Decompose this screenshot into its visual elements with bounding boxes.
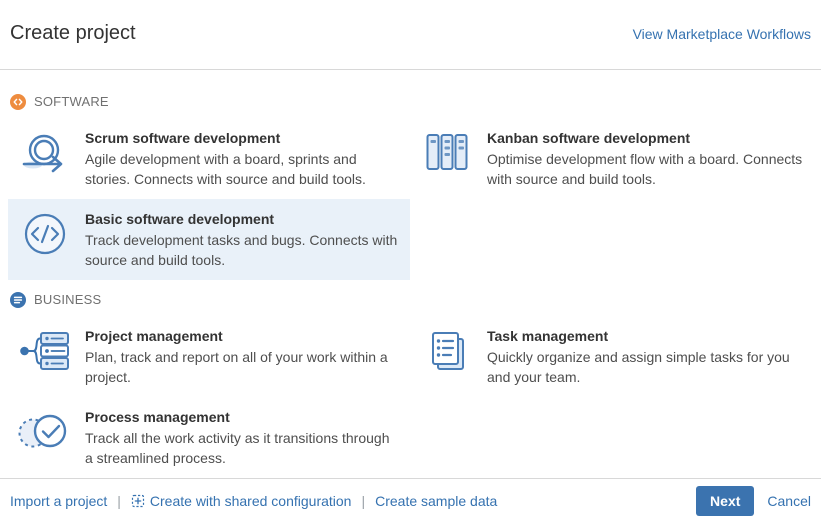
project-type-kanban[interactable]: Kanban software development Optimise dev… xyxy=(410,118,813,199)
project-type-text: Project management Plan, track and repor… xyxy=(85,326,400,387)
project-type-text: Scrum software development Agile develop… xyxy=(85,128,400,189)
project-type-description: Plan, track and report on all of your wo… xyxy=(85,347,400,387)
project-type-scrum[interactable]: Scrum software development Agile develop… xyxy=(8,118,410,199)
project-type-process-management[interactable]: Process management Track all the work ac… xyxy=(8,397,410,478)
software-items-grid: Scrum software development Agile develop… xyxy=(8,118,813,280)
create-sample-data-label: Create sample data xyxy=(375,493,497,509)
project-type-title: Process management xyxy=(85,409,400,425)
next-button[interactable]: Next xyxy=(696,486,754,516)
dialog-header: Create project View Marketplace Workflow… xyxy=(0,0,821,70)
footer-actions: Next Cancel xyxy=(696,486,811,516)
kanban-board-icon xyxy=(420,128,474,176)
create-sample-data-link[interactable]: Create sample data xyxy=(375,493,497,509)
checklist-pages-icon xyxy=(420,326,474,374)
project-type-text: Basic software development Track develop… xyxy=(85,209,400,270)
view-marketplace-workflows-link[interactable]: View Marketplace Workflows xyxy=(633,26,811,42)
project-type-task-management[interactable]: Task management Quickly organize and ass… xyxy=(410,316,813,397)
project-type-description: Track all the work activity as it transi… xyxy=(85,428,400,468)
footer-links: Import a project | Create with shared co… xyxy=(10,493,497,509)
code-badge-icon xyxy=(10,94,26,110)
project-type-project-management[interactable]: Project management Plan, track and repor… xyxy=(8,316,410,397)
link-separator: | xyxy=(117,493,121,509)
project-type-description: Optimise development flow with a board. … xyxy=(487,149,803,189)
project-type-list: SOFTWARE Scrum software development Agil… xyxy=(0,70,821,478)
project-type-title: Project management xyxy=(85,328,400,344)
scrum-sprint-icon xyxy=(18,128,72,176)
software-section-header: SOFTWARE xyxy=(8,70,813,118)
shared-config-icon xyxy=(131,494,145,508)
page-title: Create project xyxy=(10,22,136,45)
import-project-link[interactable]: Import a project xyxy=(10,493,107,509)
process-check-icon xyxy=(18,407,72,455)
project-type-description: Agile development with a board, sprints … xyxy=(85,149,400,189)
project-type-text: Process management Track all the work ac… xyxy=(85,407,400,468)
code-circle-icon xyxy=(18,209,72,257)
cancel-link[interactable]: Cancel xyxy=(767,493,811,509)
create-shared-configuration-label: Create with shared configuration xyxy=(150,493,352,509)
software-section-label: SOFTWARE xyxy=(34,94,109,109)
project-type-text: Task management Quickly organize and ass… xyxy=(487,326,803,387)
project-type-description: Track development tasks and bugs. Connec… xyxy=(85,230,400,270)
project-type-basic-selected[interactable]: Basic software development Track develop… xyxy=(8,199,410,280)
create-shared-configuration-link[interactable]: Create with shared configuration xyxy=(131,493,352,509)
project-type-title: Task management xyxy=(487,328,803,344)
list-badge-icon xyxy=(10,292,26,308)
dialog-footer: Import a project | Create with shared co… xyxy=(0,478,821,524)
import-project-label: Import a project xyxy=(10,493,107,509)
project-type-text: Kanban software development Optimise dev… xyxy=(487,128,803,189)
hierarchy-icon xyxy=(18,326,72,374)
business-section-header: BUSINESS xyxy=(8,280,813,316)
project-type-title: Basic software development xyxy=(85,211,400,227)
business-items-grid: Project management Plan, track and repor… xyxy=(8,316,813,478)
link-separator: | xyxy=(361,493,365,509)
project-type-title: Kanban software development xyxy=(487,130,803,146)
business-section-label: BUSINESS xyxy=(34,292,101,307)
project-type-title: Scrum software development xyxy=(85,130,400,146)
project-type-description: Quickly organize and assign simple tasks… xyxy=(487,347,803,387)
